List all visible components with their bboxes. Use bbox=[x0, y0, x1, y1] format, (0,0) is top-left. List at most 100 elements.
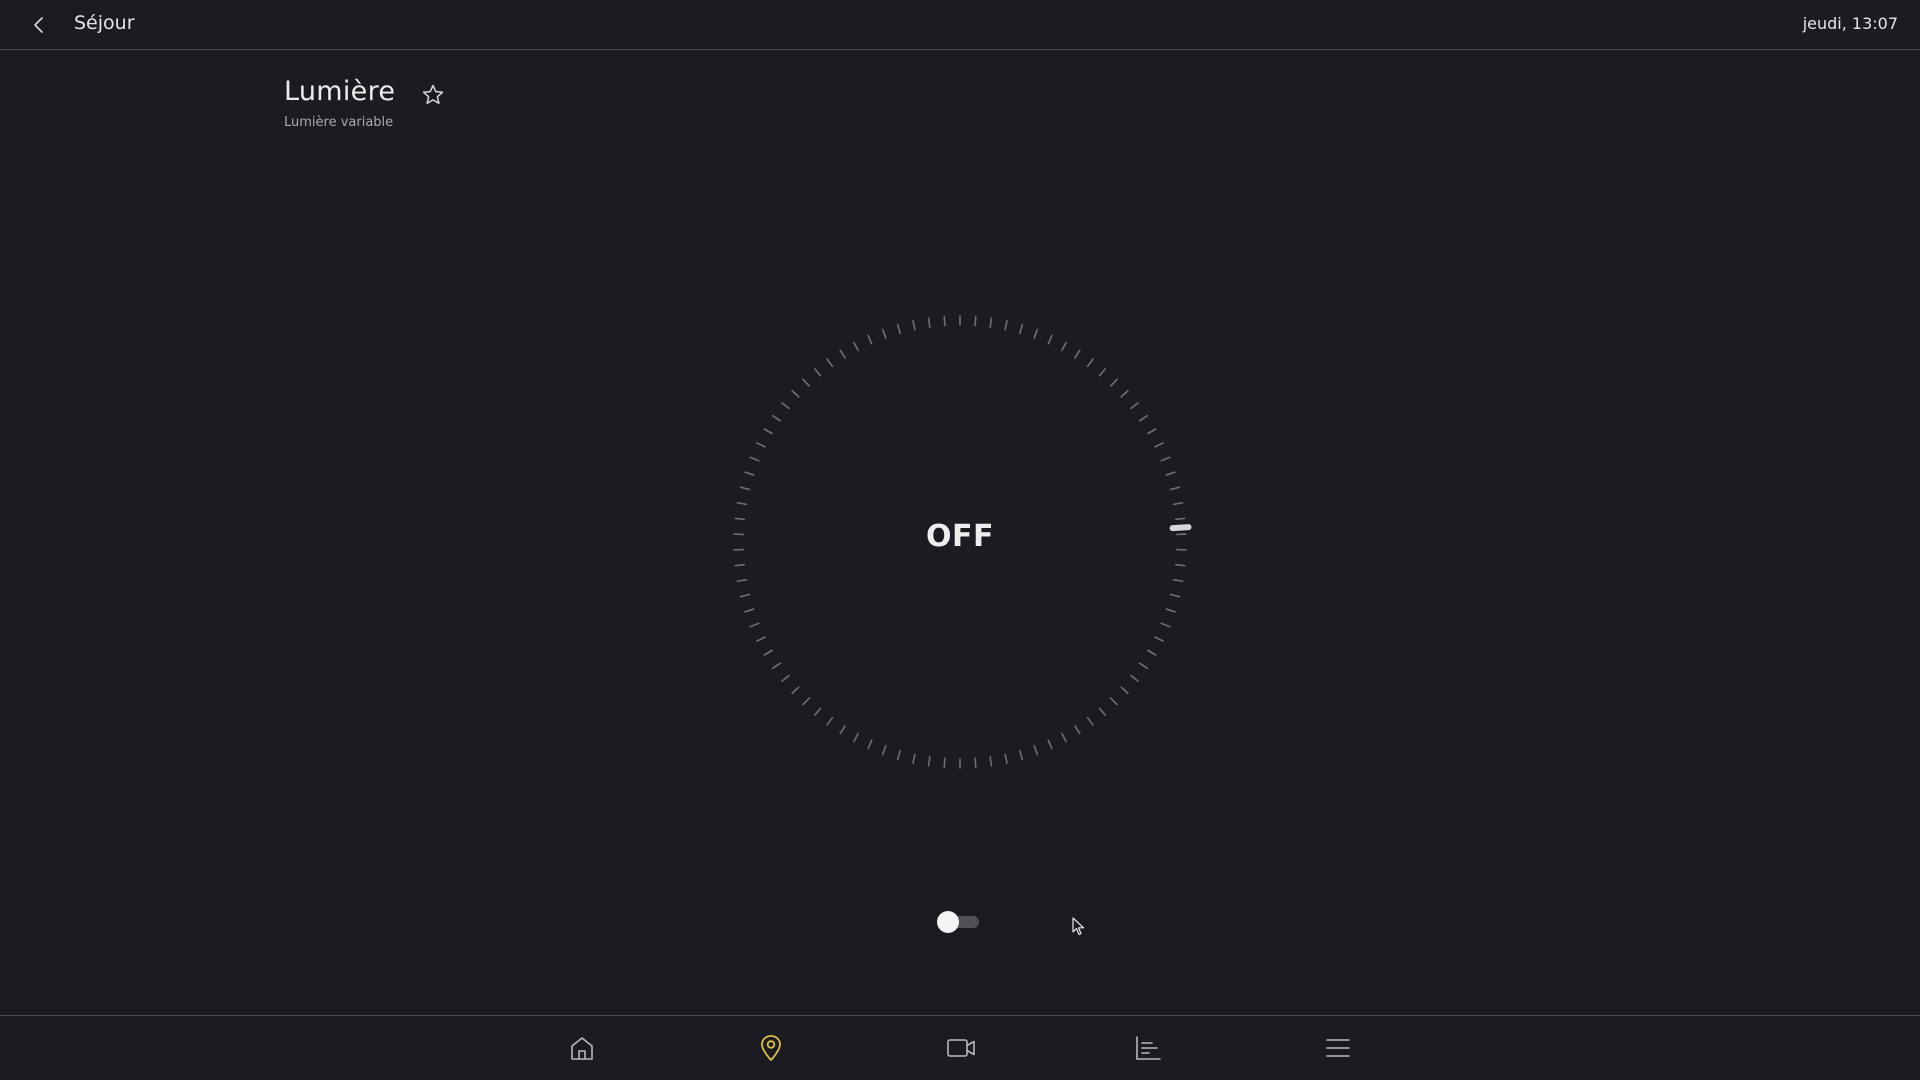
dial-tick bbox=[1169, 593, 1181, 598]
dial-tick bbox=[927, 756, 931, 767]
dial-tick bbox=[781, 674, 790, 682]
dial-tick bbox=[1019, 749, 1024, 761]
dial-tick bbox=[853, 732, 859, 743]
dial-tick bbox=[1098, 707, 1107, 716]
dial-tick bbox=[989, 317, 993, 328]
nav-statistics[interactable] bbox=[1128, 1028, 1168, 1068]
dial-tick bbox=[1004, 753, 1008, 764]
dimmer-state-label: OFF bbox=[926, 519, 994, 554]
dial-tick bbox=[881, 745, 887, 756]
nav-rooms[interactable] bbox=[751, 1028, 791, 1068]
dial-tick bbox=[1120, 389, 1129, 398]
dial-tick bbox=[802, 378, 811, 387]
dial-tick bbox=[1130, 674, 1139, 682]
dial-tick bbox=[1109, 378, 1118, 387]
dial-tick bbox=[1098, 368, 1107, 377]
dial-tick bbox=[839, 725, 846, 735]
dial-tick bbox=[1154, 636, 1164, 642]
dial-tick bbox=[1175, 563, 1186, 567]
star-outline-icon bbox=[422, 84, 444, 105]
dial-tick bbox=[736, 501, 748, 506]
dial-tick bbox=[1019, 323, 1024, 335]
device-subtitle: Lumière variable bbox=[284, 115, 394, 130]
dial-tick bbox=[927, 317, 931, 328]
dial-tick bbox=[974, 315, 977, 327]
dial-tick bbox=[771, 414, 781, 422]
dial-tick bbox=[1147, 428, 1157, 435]
device-header: Lumière Lumière variable bbox=[284, 76, 444, 130]
device-title: Lumière bbox=[284, 76, 396, 107]
room-title: Séjour bbox=[74, 12, 135, 34]
dial-tick bbox=[1172, 501, 1184, 506]
mouse-cursor-icon bbox=[1072, 917, 1085, 936]
dial-tick bbox=[791, 686, 800, 695]
dial-tick bbox=[749, 622, 760, 628]
dial-tick bbox=[1047, 739, 1053, 750]
dial-tick bbox=[1172, 578, 1184, 583]
dimmer-dial[interactable]: OFF bbox=[720, 312, 1200, 772]
dial-tick bbox=[1086, 716, 1094, 726]
dial-tick bbox=[896, 749, 901, 761]
video-camera-icon bbox=[947, 1039, 975, 1057]
dial-tick bbox=[813, 707, 822, 716]
back-button[interactable] bbox=[26, 12, 52, 38]
power-toggle[interactable] bbox=[937, 909, 981, 933]
dial-tick bbox=[989, 756, 993, 767]
dial-tick bbox=[749, 456, 760, 462]
dial-tick bbox=[781, 402, 790, 410]
dial-tick bbox=[1147, 649, 1157, 656]
dial-tick bbox=[734, 563, 745, 567]
home-icon bbox=[571, 1037, 593, 1060]
dial-tick bbox=[1033, 328, 1039, 339]
nav-home[interactable] bbox=[562, 1028, 602, 1068]
dial-tick bbox=[943, 315, 946, 327]
dial-tick bbox=[974, 757, 977, 769]
dial-tick bbox=[1139, 662, 1149, 670]
dial-tick bbox=[867, 739, 873, 750]
dial-tick bbox=[1086, 358, 1094, 368]
dial-tick bbox=[1160, 622, 1171, 628]
dial-tick bbox=[943, 757, 946, 769]
dial-tick bbox=[791, 389, 800, 398]
dial-tick bbox=[1130, 402, 1139, 410]
dial-tick bbox=[881, 328, 887, 339]
dial-tick bbox=[763, 649, 773, 656]
dial-tick bbox=[1033, 745, 1039, 756]
favorite-button[interactable] bbox=[418, 80, 448, 110]
dial-tick bbox=[1109, 697, 1118, 706]
dial-tick bbox=[813, 368, 822, 377]
dial-tick bbox=[853, 341, 859, 352]
dial-tick bbox=[1074, 725, 1081, 735]
toggle-knob bbox=[937, 911, 959, 933]
dial-tick bbox=[1061, 732, 1067, 743]
dial-tick bbox=[763, 428, 773, 435]
location-pin-icon bbox=[761, 1035, 781, 1061]
dial-tick bbox=[739, 486, 751, 491]
nav-cameras[interactable] bbox=[941, 1028, 981, 1068]
menu-icon bbox=[1326, 1039, 1350, 1057]
dial-tick bbox=[802, 697, 811, 706]
dial-tick bbox=[771, 662, 781, 670]
dial-tick bbox=[1074, 349, 1081, 359]
dial-tick bbox=[756, 442, 766, 448]
dial-tick bbox=[826, 358, 834, 368]
dial-tick bbox=[912, 320, 916, 331]
dial-tick bbox=[1165, 608, 1176, 613]
dial-tick bbox=[1047, 334, 1053, 345]
dial-tick bbox=[1139, 414, 1149, 422]
dial-tick bbox=[1169, 486, 1181, 491]
chevron-left-icon bbox=[34, 17, 43, 33]
dial-tick bbox=[826, 716, 834, 726]
dial-tick bbox=[896, 323, 901, 335]
bottom-navigation bbox=[0, 1015, 1920, 1080]
chart-icon bbox=[1136, 1036, 1161, 1060]
dial-tick bbox=[867, 334, 873, 345]
dial-tick bbox=[912, 753, 916, 764]
dial-tick bbox=[1165, 471, 1176, 476]
nav-menu[interactable] bbox=[1318, 1028, 1358, 1068]
date-time: jeudi, 13:07 bbox=[1802, 14, 1898, 33]
dial-tick bbox=[1154, 442, 1164, 448]
dial-tick bbox=[1004, 320, 1008, 331]
dial-tick bbox=[1061, 341, 1067, 352]
dial-tick bbox=[756, 636, 766, 642]
